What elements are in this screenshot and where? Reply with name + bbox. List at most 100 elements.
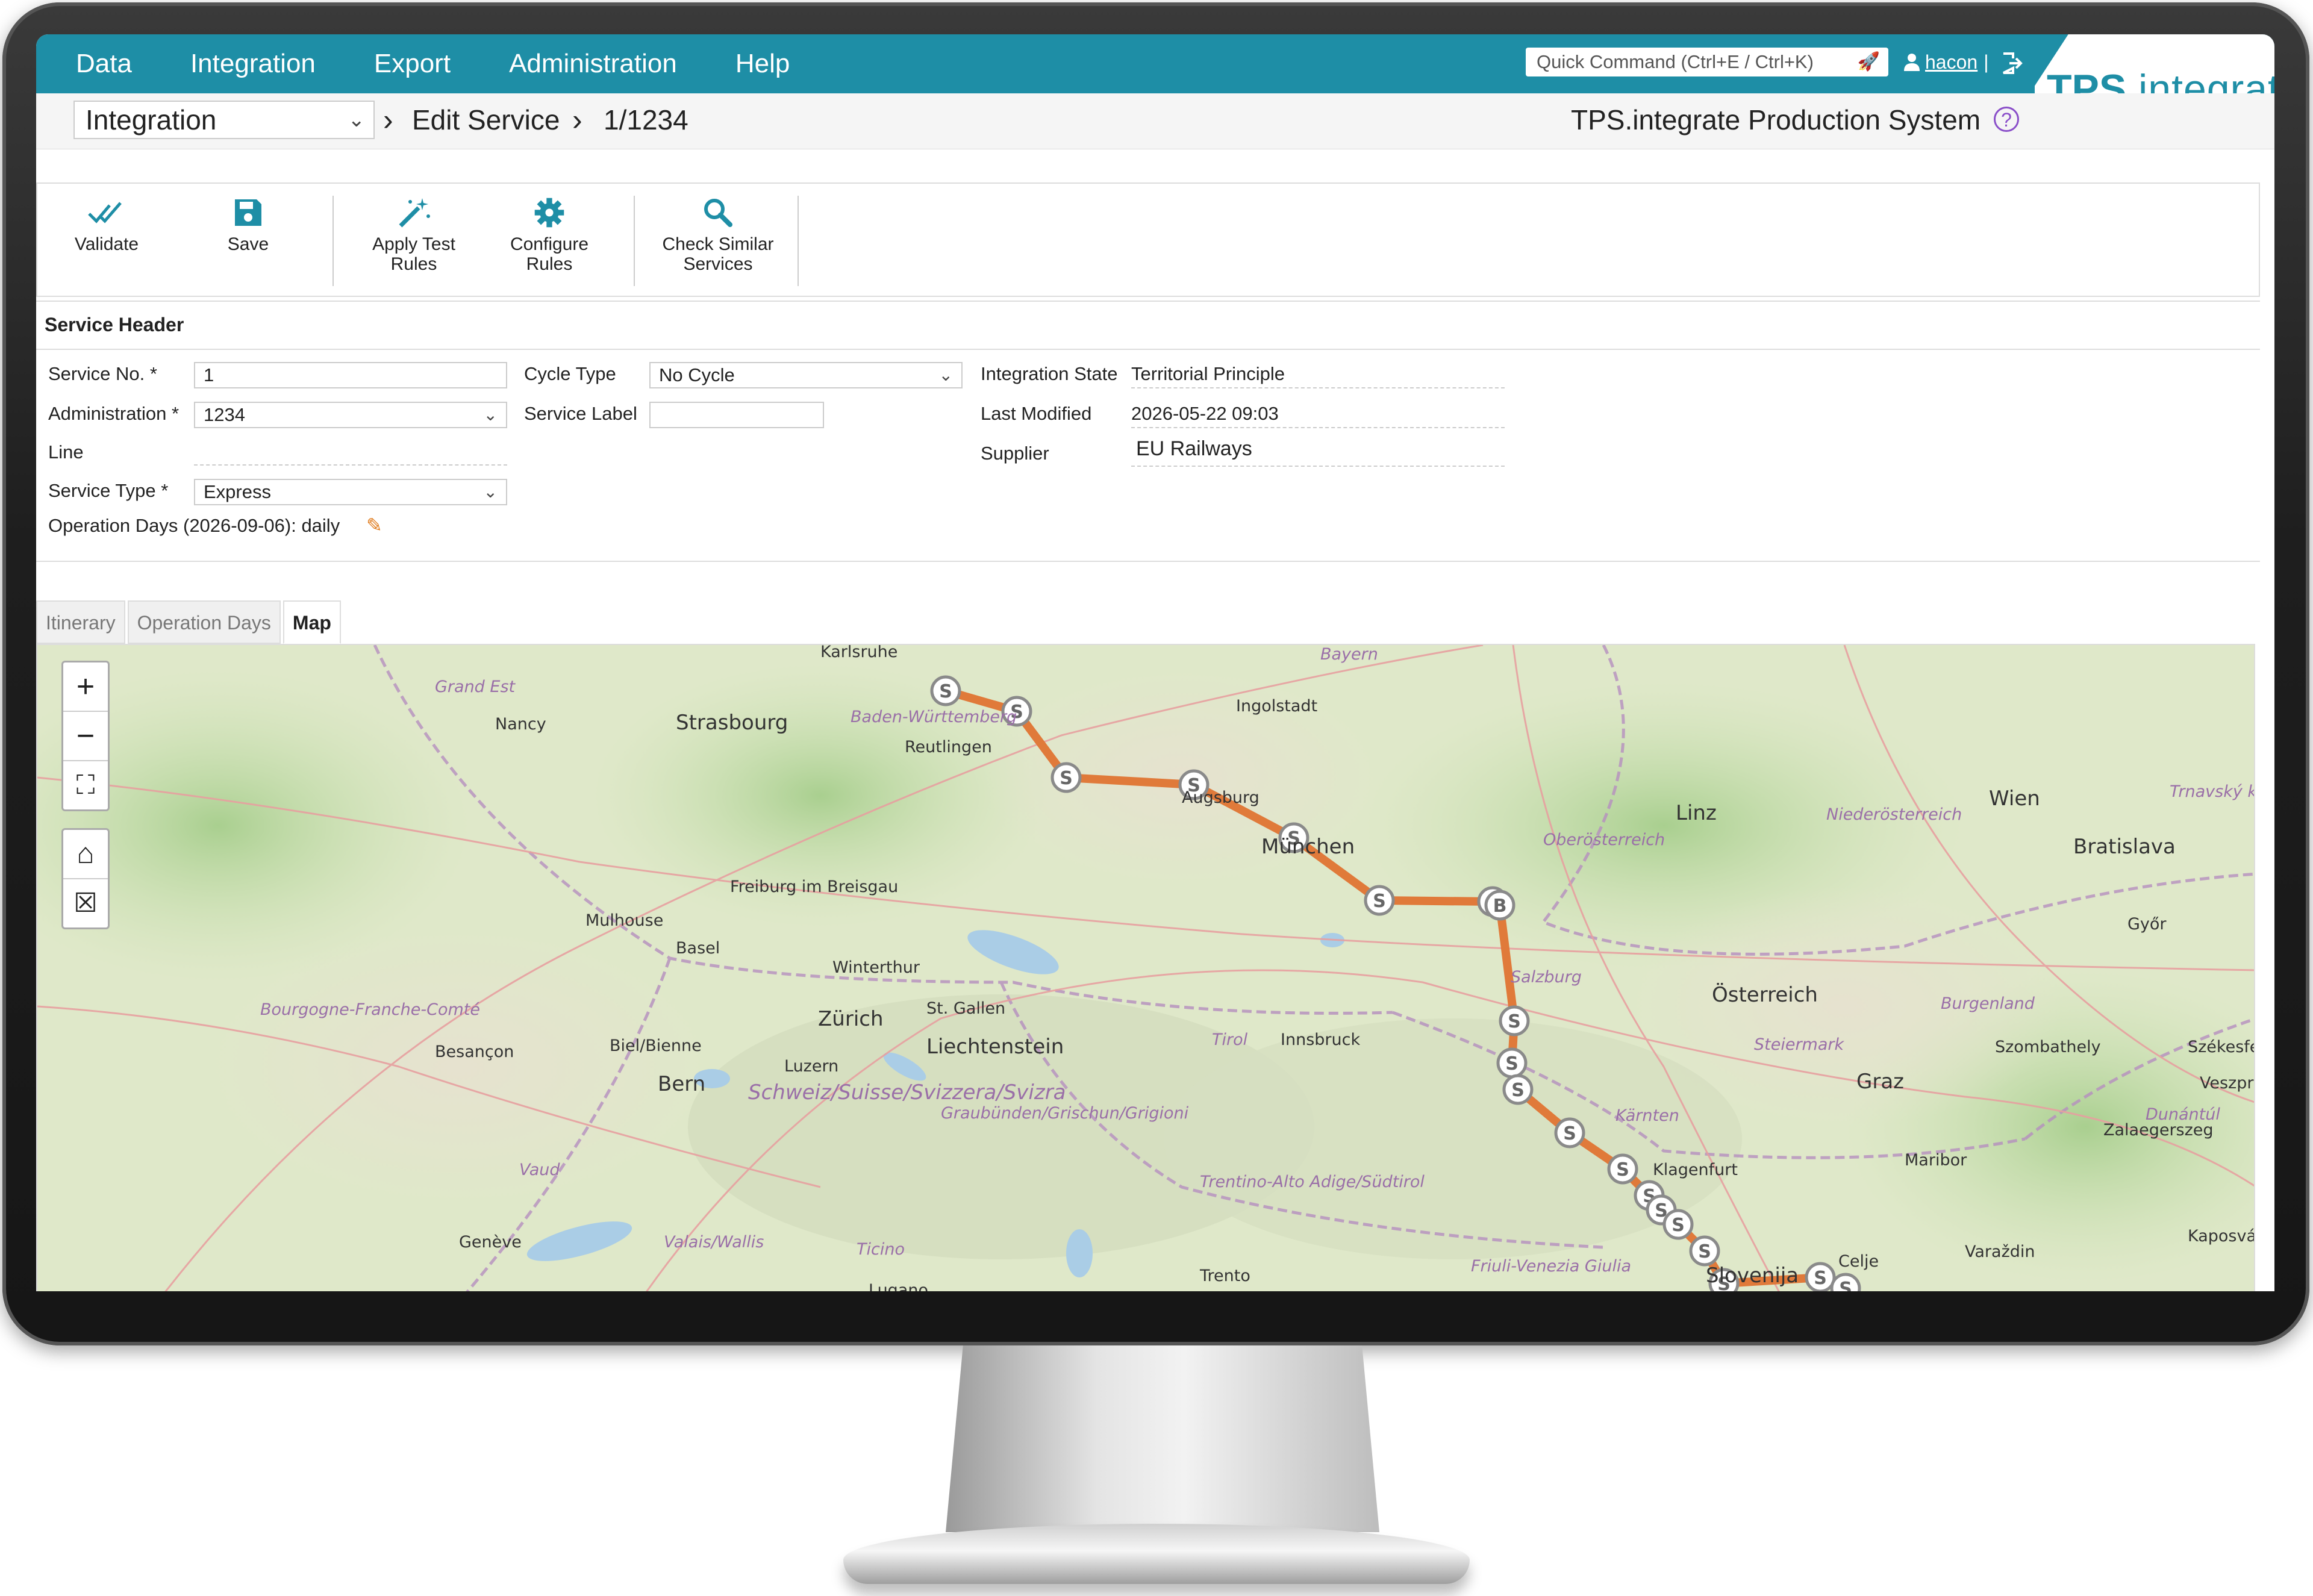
zoom-out-button[interactable]: − (63, 712, 108, 761)
service-type-value: Express (204, 481, 271, 502)
apply-test-rules-button[interactable]: Apply Test Rules (363, 196, 465, 274)
chevron-down-icon: ⌄ (483, 482, 498, 501)
stop-marker[interactable]: S (1502, 1074, 1534, 1105)
pencil-edit-icon[interactable]: ✎ (366, 514, 382, 537)
chevron-right-icon: › (383, 103, 393, 137)
place-label: Schweiz/Suisse/Svizzera/Svizra (748, 1080, 1066, 1105)
service-no-input[interactable]: 1 (194, 362, 507, 388)
menu-data[interactable]: Data (76, 34, 132, 93)
save-button[interactable]: Save (218, 196, 278, 254)
line-field[interactable] (194, 464, 507, 466)
clear-selection-button[interactable]: ☒ (63, 879, 108, 927)
quick-command-input[interactable]: Quick Command (Ctrl+E / Ctrl+K) 🚀 (1526, 48, 1888, 76)
stop-marker-letter: S (1511, 1080, 1525, 1101)
stop-marker[interactable]: S (1689, 1235, 1720, 1267)
place-label: Lugano (869, 1281, 928, 1291)
user-menu[interactable]: hacon | (1903, 49, 1989, 75)
tab-operation-days[interactable]: Operation Days (127, 600, 281, 644)
stop-marker-letter: S (1839, 1279, 1852, 1291)
menu-integration[interactable]: Integration (190, 34, 316, 93)
stop-marker[interactable]: S (1496, 1047, 1528, 1079)
main-menu: Data Integration Export Administration H… (76, 34, 848, 93)
service-header-title: Service Header (45, 314, 184, 335)
stop-marker[interactable]: S (930, 675, 961, 706)
search-icon (704, 199, 732, 227)
place-label: Celje (1838, 1252, 1879, 1271)
cycle-type-label: Cycle Type (524, 363, 616, 384)
place-label: Ingolstadt (1236, 697, 1317, 715)
administration-select[interactable]: 1234 ⌄ (194, 402, 507, 428)
place-label: Győr (2127, 915, 2167, 934)
cycle-type-select[interactable]: No Cycle ⌄ (649, 362, 963, 388)
menu-help[interactable]: Help (735, 34, 790, 93)
app-screen: Data Integration Export Administration H… (36, 34, 2274, 1291)
stop-marker[interactable]: S (1607, 1153, 1638, 1185)
configure-rules-label-1: Configure (510, 234, 589, 254)
fullscreen-button[interactable]: ⛶ (63, 761, 108, 809)
place-label: Linz (1676, 801, 1717, 825)
place-label: Ticino (857, 1240, 905, 1259)
stop-marker[interactable]: S (1050, 762, 1082, 793)
service-type-select[interactable]: Express ⌄ (194, 479, 507, 505)
border-point-marker[interactable]: B (1484, 890, 1515, 921)
help-icon[interactable]: ? (1994, 107, 2019, 132)
stop-marker[interactable]: S (1805, 1262, 1836, 1291)
place-label: Freiburg im Breisgau (730, 877, 898, 896)
place-label: Besançon (435, 1043, 514, 1061)
place-label: Trnavský kraj (2170, 782, 2255, 801)
menu-export[interactable]: Export (374, 34, 451, 93)
breadcrumb-service-id: 1/1234 (604, 104, 688, 136)
stop-marker-letter: S (1698, 1241, 1711, 1262)
route-map[interactable]: SSSSSSSBSSSSSSSSSSSS KarlsruheBayernGran… (36, 644, 2255, 1291)
rocket-icon[interactable]: 🚀 (1858, 48, 1880, 76)
place-label: Tirol (1212, 1030, 1248, 1049)
map-canvas[interactable]: SSSSSSSBSSSSSSSSSSSS KarlsruheBayernGran… (37, 645, 2255, 1291)
zoom-controls: + − ⛶ (61, 661, 110, 811)
place-label: Bern (658, 1072, 705, 1096)
menu-administration[interactable]: Administration (509, 34, 677, 93)
stop-marker[interactable]: S (1554, 1117, 1585, 1149)
stop-marker[interactable]: S (1499, 1005, 1530, 1036)
module-select[interactable]: Integration ⌄ (73, 101, 375, 139)
place-label: St. Gallen (926, 999, 1005, 1018)
place-label: Valais/Wallis (664, 1233, 764, 1252)
integration-state-label: Integration State (981, 363, 1118, 384)
service-no-label: Service No. * (48, 363, 157, 384)
action-toolbar: Validate Save Apply Test Rules Configure… (36, 182, 2260, 297)
breadcrumb-edit-service[interactable]: Edit Service (412, 102, 560, 138)
stop-marker[interactable]: S (1830, 1273, 1861, 1291)
place-label: Klagenfurt (1653, 1161, 1738, 1179)
logout-icon[interactable] (2001, 51, 2023, 75)
stop-marker-letter: S (1373, 891, 1386, 912)
stop-marker-letter: S (1508, 1011, 1521, 1032)
user-separator: | (1984, 51, 1989, 73)
user-name-link[interactable]: hacon (1925, 49, 1977, 75)
double-check-icon (88, 202, 122, 223)
floppy-disk-icon (235, 199, 261, 226)
breadcrumb: Integration ⌄ › Edit Service › 1/1234 TP… (36, 93, 2274, 149)
home-button[interactable]: ⌂ (63, 830, 108, 879)
chevron-right-icon: › (572, 103, 582, 137)
chevron-down-icon: ⌄ (938, 366, 953, 384)
apply-test-rules-label-2: Rules (390, 254, 437, 274)
place-label: Strasbourg (676, 711, 788, 735)
stop-marker[interactable]: S (1364, 885, 1395, 916)
stop-marker-letter: S (1616, 1159, 1629, 1180)
place-label: Luzern (784, 1057, 838, 1076)
place-label: Varaždin (1965, 1242, 2035, 1261)
administration-value: 1234 (204, 404, 245, 425)
tab-map[interactable]: Map (282, 600, 341, 644)
tab-itinerary[interactable]: Itinerary (36, 600, 125, 644)
validate-button[interactable]: Validate (73, 196, 140, 254)
supplier-label: Supplier (981, 443, 1049, 464)
zoom-in-button[interactable]: + (63, 662, 108, 712)
last-modified-underline (1131, 427, 1505, 428)
configure-rules-button[interactable]: Configure Rules (501, 196, 598, 274)
check-similar-services-button[interactable]: Check Similar Services (658, 196, 778, 274)
supplier-value: EU Railways (1136, 437, 1252, 460)
administration-label: Administration * (48, 403, 179, 424)
stop-marker[interactable]: S (1662, 1209, 1694, 1240)
service-label-input[interactable] (649, 402, 824, 428)
last-modified-value: 2026-05-22 09:03 (1131, 403, 1279, 424)
gear-icon (534, 198, 564, 228)
